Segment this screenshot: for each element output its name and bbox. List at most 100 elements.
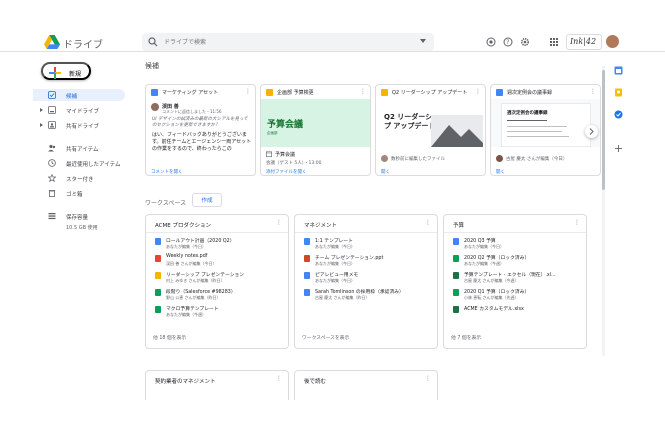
more-vert-icon[interactable]: ⋮: [425, 219, 431, 226]
more-vert-icon[interactable]: ⋮: [360, 88, 366, 95]
new-button[interactable]: 新規: [41, 62, 91, 80]
app-name: ドライブ: [63, 40, 103, 51]
workspace-file[interactable]: チーム プレゼンテーション.ppt あなたが編集（今日）: [304, 254, 434, 269]
quick-access-card[interactable]: Q2 リーダーシップ アップデート ⋮ Q2 リーダーシップ アップデート 数秒…: [375, 84, 486, 176]
sidebar-item-recent[interactable]: 最近使用したアイテム: [33, 157, 125, 169]
sidebar-item-label: 保存容量: [66, 215, 89, 221]
preview-title: 予算会議: [267, 120, 304, 130]
add-addon-plus-icon[interactable]: [614, 144, 623, 153]
search-bar[interactable]: [142, 33, 434, 51]
file-name: ピアレビュー用メモ: [315, 273, 359, 278]
expand-caret-icon[interactable]: [40, 108, 43, 112]
open-link[interactable]: 開く: [381, 169, 390, 175]
quick-access-card[interactable]: 企画部 予算検更 ⋮ 予算会議 企画部 予算会議 会議（ゲスト 5人）・13:0…: [260, 84, 371, 176]
workspace-file[interactable]: マクロ予算テンプレート あなたが編集（今週）: [155, 305, 285, 320]
workspace-card[interactable]: 契約業者のマネジメント ⋮: [145, 370, 289, 400]
file-preview: Q2 リーダーシップ アップデート: [376, 99, 485, 147]
card-header: マーケティング アセット ⋮: [146, 85, 255, 99]
more-vert-icon[interactable]: ⋮: [475, 88, 481, 95]
file-name: ACME カスタムモデル.xlsx: [464, 307, 524, 312]
more-vert-icon[interactable]: ⋮: [245, 88, 251, 95]
calendar-app-icon[interactable]: [614, 66, 623, 75]
file-meta: あなたが編集（今日）: [464, 244, 504, 249]
drive-logo-icon[interactable]: [44, 35, 60, 49]
editor-avatar: [381, 155, 388, 162]
sidebar-item-my-drive[interactable]: マイドライブ: [33, 104, 125, 116]
drive-icon: [48, 106, 56, 114]
sidebar-item-label: マイドライブ: [66, 109, 100, 115]
divider: [295, 232, 437, 233]
workspace-file[interactable]: 1:1 テンプレート あなたが編集（今日）: [304, 237, 434, 252]
scrollbar-thumb[interactable]: [602, 70, 605, 190]
open-attachment-link[interactable]: 添付ファイルを開く: [266, 169, 307, 175]
workspace-file[interactable]: ロールアウト計画（2020 Q2） あなたが編集（今日）: [155, 237, 285, 252]
sidebar-item-label: スター付き: [66, 177, 94, 183]
next-suggestions-button[interactable]: [585, 125, 598, 138]
excel-file-icon: [453, 272, 459, 279]
show-more-link[interactable]: 他 7 個を表示: [451, 334, 481, 341]
sidebar-item-storage[interactable]: 保存容量: [33, 210, 125, 222]
sidebar-item-label: 候補: [66, 94, 78, 100]
file-meta: 古屋 慶太 さんが編集（今週）: [464, 278, 519, 283]
workspace-card[interactable]: 予算 ⋮ 2020 Q3 予算 あなたが編集（今日） 2020 Q2 予算（ロッ…: [443, 214, 587, 349]
new-button-label: 新規: [69, 72, 82, 78]
search-icon[interactable]: [148, 37, 158, 47]
slides-file-icon: [266, 89, 273, 96]
preview-title: 週次定例会の議事録: [507, 111, 548, 116]
workspace-file[interactable]: 2020 Q3 予算 あなたが編集（今日）: [453, 237, 583, 252]
workspace-file[interactable]: Sarah Tomlinson の採用枠（承認済み） 古屋 慶太 さんが編集（昨…: [304, 288, 434, 303]
more-vert-icon[interactable]: ⋮: [276, 219, 282, 226]
workspace-file[interactable]: 2020 Q1 予算（ロック済み） 小林 恵転 さんが編集（先週）: [453, 288, 583, 303]
workspace-file[interactable]: ピアレビュー用メモ あなたが編集（今日）: [304, 271, 434, 286]
divider: [444, 232, 586, 233]
file-meta: あなたが編集（今週）: [464, 261, 504, 266]
card-title: 企画部 予算検更: [277, 90, 314, 96]
plus-icon: [49, 67, 61, 79]
workspace-file[interactable]: ACME カスタムモデル.xlsx: [453, 305, 583, 320]
workspace-card[interactable]: マネジメント ⋮ 1:1 テンプレート あなたが編集（今日） チーム プレゼンテ…: [294, 214, 438, 349]
workspace-file[interactable]: Weekly notes.pdf 渓田 善 さんが編集（今日）: [155, 254, 285, 269]
settings-gear-icon[interactable]: [520, 37, 530, 47]
sidebar-item-label: 共有ドライブ: [66, 124, 100, 130]
offline-status-icon[interactable]: [486, 37, 496, 47]
account-avatar[interactable]: [606, 35, 619, 48]
sidebar-item-suggested[interactable]: 候補: [33, 89, 125, 101]
organization-logo[interactable]: Ink|42: [566, 34, 602, 50]
search-options-icon[interactable]: [420, 39, 426, 43]
sidebar-item-shared-with-me[interactable]: 共有アイテム: [33, 142, 125, 154]
divider: [146, 232, 288, 233]
sidebar-item-trash[interactable]: ゴミ箱: [33, 187, 125, 199]
workspace-file[interactable]: リーダーシップ プレゼンテーション 村上 みゆき さんが編集（昨日）: [155, 271, 285, 286]
workspace-file[interactable]: 予算テンプレート - エクセル（現在）.xl... 古屋 慶太 さんが編集（今週…: [453, 271, 583, 286]
quick-access-card[interactable]: マーケティング アセット ⋮ 渓田 善 コメントに返信しました・11:56 UI…: [145, 84, 256, 176]
more-vert-icon[interactable]: ⋮: [574, 219, 580, 226]
workspace-file[interactable]: 段階り（Salesforce #98283） 野山 公恵 さんが編集（昨日）: [155, 288, 285, 303]
keep-app-icon[interactable]: [614, 88, 623, 97]
workspace-card[interactable]: ACME プロダクション ⋮ ロールアウト計画（2020 Q2） あなたが編集（…: [145, 214, 289, 349]
more-vert-icon[interactable]: ⋮: [276, 375, 282, 382]
workspace-file[interactable]: 2020 Q2 予算（ロック済み） あなたが編集（今週）: [453, 254, 583, 269]
file-name: 2020 Q3 予算: [464, 239, 496, 244]
file-name: チーム プレゼンテーション.ppt: [315, 256, 384, 261]
create-workspace-button[interactable]: 作成: [192, 193, 222, 207]
side-panel-rail: [608, 52, 630, 423]
help-icon[interactable]: ?: [503, 37, 513, 47]
more-vert-icon[interactable]: ⋮: [590, 88, 596, 95]
apps-grid-icon[interactable]: [549, 37, 559, 47]
open-comment-link[interactable]: コメントを開く: [151, 169, 183, 175]
sidebar-item-shared-drives[interactable]: 共有ドライブ: [33, 119, 125, 131]
editor-avatar: [496, 155, 503, 162]
sidebar-item-starred[interactable]: スター付き: [33, 172, 125, 184]
tasks-app-icon[interactable]: [614, 110, 623, 119]
expand-caret-icon[interactable]: [40, 123, 43, 127]
file-meta: 小林 恵転 さんが編集（先週）: [464, 295, 519, 300]
reply-text: はい、フィードバックありがとうございます。前任チームとエージェンシー両アセットの…: [152, 132, 252, 152]
mountain-image: [431, 115, 483, 147]
slides-file-icon: [155, 272, 161, 279]
workspace-card[interactable]: 後で読む ⋮: [294, 370, 438, 400]
search-input[interactable]: [164, 35, 404, 49]
more-vert-icon[interactable]: ⋮: [425, 375, 431, 382]
show-more-link[interactable]: 他 18 個を表示: [153, 334, 186, 341]
open-link[interactable]: 開く: [496, 169, 505, 175]
view-workspace-link[interactable]: ワークスペースを表示: [302, 334, 349, 341]
